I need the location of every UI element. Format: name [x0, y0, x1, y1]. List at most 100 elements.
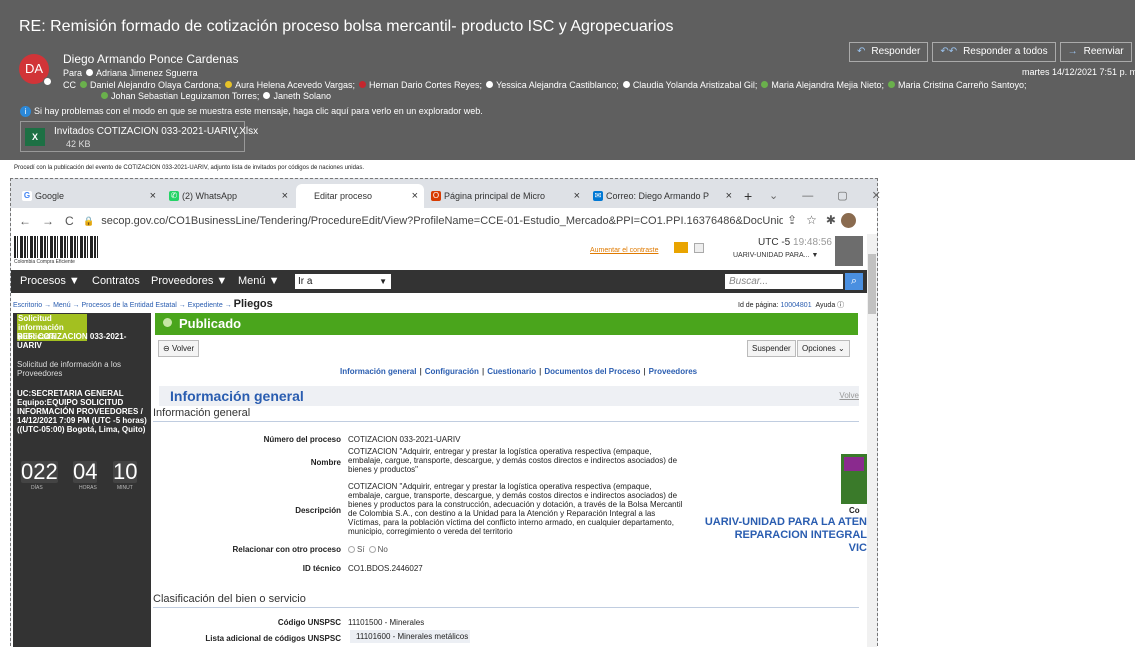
- descripcion-label: Descripción: [295, 506, 341, 515]
- tab-office[interactable]: O Página principal de Micro ×: [426, 184, 586, 208]
- help-icon[interactable]: ⓘ: [837, 302, 844, 309]
- contrast-link[interactable]: Aumentar el contraste: [590, 247, 658, 254]
- countdown-timer: 022 04 10 DÍAS HORAS MINUT: [17, 461, 149, 493]
- share-icon[interactable]: ⇪: [787, 213, 806, 227]
- forward-button[interactable]: → Reenviar: [1059, 42, 1132, 62]
- back-icon[interactable]: ←: [19, 214, 42, 228]
- forward-icon[interactable]: →: [42, 214, 65, 228]
- link-informacion-general[interactable]: Información general: [340, 367, 416, 376]
- utc-clock: UTC -5 19:48:56: [758, 237, 832, 248]
- cc-line: CC Daniel Alejandro Olaya Cardona; Aura He…: [63, 80, 1027, 102]
- email-subject: RE: Remisión formado de cotización proce…: [19, 18, 674, 35]
- unspsc-extra-value: 11101600 - Minerales metálicos: [350, 630, 470, 643]
- options-button[interactable]: Opciones ⌄: [797, 340, 850, 357]
- cc-recipient[interactable]: Yessica Alejandra Castiblanco;: [496, 80, 619, 90]
- close-tab-icon[interactable]: ×: [574, 184, 580, 208]
- cc-recipient[interactable]: Maria Alejandra Mejia Nieto;: [771, 80, 884, 90]
- email-body-text: Procedí con la publicación del evento de…: [14, 165, 364, 171]
- search-input[interactable]: Buscar...: [725, 274, 843, 289]
- presence-dot-icon: [43, 77, 52, 86]
- chevron-down-icon[interactable]: ⌄: [232, 130, 240, 141]
- breadcrumb-menu[interactable]: Menú: [53, 302, 71, 309]
- mail-actions: ↶ Responder ↶↶ Responder a todos → Reenviar…: [849, 42, 1135, 62]
- messages-icon[interactable]: [694, 243, 704, 253]
- countdown-minutes-label: MINUT: [117, 485, 133, 491]
- menu-procesos[interactable]: Procesos ▼: [20, 275, 80, 287]
- lock-icon[interactable]: 🔒: [83, 212, 94, 230]
- back-button[interactable]: ⊖ Volver: [158, 340, 200, 357]
- entity-name: UARIV-UNIDAD PARA LA ATEN REPARACION INT…: [704, 516, 867, 554]
- tab-whatsapp[interactable]: ✆ (2) WhatsApp ×: [164, 184, 294, 208]
- close-tab-icon[interactable]: ×: [412, 184, 418, 208]
- link-cuestionario[interactable]: Cuestionario: [487, 367, 536, 376]
- radio-si[interactable]: [348, 546, 355, 553]
- info-bar[interactable]: i Si hay problemas con el modo en que se …: [20, 106, 483, 117]
- reply-all-button[interactable]: ↶↶ Responder a todos: [932, 42, 1056, 62]
- menu-contratos[interactable]: Contratos: [92, 275, 140, 287]
- colombia-compra-logo[interactable]: [14, 236, 100, 258]
- cc-recipient[interactable]: Johan Sebastian Leguizamon Torres;: [111, 91, 259, 101]
- entity-logo: [841, 454, 867, 504]
- help-link[interactable]: Ayuda: [815, 302, 835, 309]
- reload-icon[interactable]: C: [65, 214, 85, 228]
- nav-icons: ←→C: [19, 214, 85, 228]
- cc-recipient[interactable]: Aura Helena Acevedo Vargas;: [235, 80, 355, 90]
- relacion-options: Sí No: [344, 545, 464, 554]
- presence-dot-icon: [86, 69, 94, 76]
- link-configuracion[interactable]: Configuración: [425, 367, 479, 376]
- close-tab-icon[interactable]: ×: [726, 184, 732, 208]
- id-tecnico-label: ID técnico: [302, 564, 341, 573]
- new-tab-button[interactable]: +: [744, 188, 752, 204]
- relacion-label: Relacionar con otro proceso: [232, 545, 341, 554]
- reply-button[interactable]: ↶ Responder: [849, 42, 929, 62]
- suspend-button[interactable]: Suspender: [747, 340, 796, 357]
- breadcrumb-escritorio[interactable]: Escritorio: [13, 302, 42, 309]
- user-photo[interactable]: [835, 236, 863, 266]
- page-scrollbar[interactable]: [867, 234, 877, 647]
- sender-name[interactable]: Diego Armando Ponce Cardenas: [63, 52, 238, 66]
- cc-recipient[interactable]: Claudia Yolanda Aristizabal Gil;: [633, 80, 758, 90]
- url-field[interactable]: 🔒 secop.gov.co/CO1BusinessLine/Tendering/…: [83, 212, 783, 230]
- id-tecnico-value: CO1.BDOS.2446027: [348, 564, 423, 573]
- countdown-hours: 04: [73, 459, 98, 484]
- radio-no[interactable]: [368, 546, 376, 553]
- countdown-minutes: 10: [113, 459, 138, 484]
- link-proveedores[interactable]: Proveedores: [649, 367, 697, 376]
- info-message: Si hay problemas con el modo en que se m…: [34, 106, 483, 116]
- caret-down-icon: ▼: [811, 252, 819, 259]
- to-recipient[interactable]: Adriana Jimenez Sguerra: [96, 68, 198, 78]
- tab-google[interactable]: G Google ×: [17, 184, 162, 208]
- scroll-thumb[interactable]: [868, 254, 876, 314]
- entity-logo-text: Co: [849, 506, 860, 515]
- breadcrumb-expediente[interactable]: Expediente: [188, 302, 223, 309]
- breadcrumb-procesos[interactable]: Procesos de la Entidad Estatal: [81, 302, 176, 309]
- toolbar-icons: ⇪☆✱: [787, 213, 845, 227]
- link-documentos[interactable]: Documentos del Proceso: [544, 367, 640, 376]
- chevron-down-icon: ⌄: [838, 344, 845, 353]
- cc-row: CC Daniel Alejandro Olaya Cardona; Aura He…: [63, 80, 1027, 91]
- section-back-link[interactable]: Volve: [839, 386, 859, 406]
- tab-outlook[interactable]: ✉ Correo: Diego Armando P ×: [588, 184, 738, 208]
- search-icon[interactable]: ⌕: [845, 273, 863, 290]
- secop-page: Colombia Compra Eficiente Aumentar el co…: [11, 234, 867, 647]
- entity-selector[interactable]: UARIV-UNIDAD PARA... ▼: [733, 252, 818, 259]
- cc-recipient[interactable]: Daniel Alejandro Olaya Cardona;: [90, 80, 221, 90]
- tab-editar-proceso[interactable]: Editar proceso ×: [296, 184, 424, 208]
- profile-avatar[interactable]: [841, 213, 856, 228]
- close-tab-icon[interactable]: ×: [282, 184, 288, 208]
- window-controls[interactable]: ⌄—▢✕: [769, 189, 905, 202]
- menu-proveedores[interactable]: Proveedores ▼: [151, 275, 227, 287]
- menu-menu[interactable]: Menú ▼: [238, 275, 279, 287]
- nombre-label: Nombre: [310, 458, 341, 467]
- excel-file-icon: X: [25, 128, 45, 146]
- star-icon[interactable]: ☆: [806, 213, 826, 227]
- close-tab-icon[interactable]: ×: [150, 184, 156, 208]
- notifications-icon[interactable]: [674, 242, 688, 253]
- cc-recipient[interactable]: Maria Cristina Carreño Santoyo;: [898, 80, 1027, 90]
- cc-recipient[interactable]: Hernan Dario Cortes Reyes;: [369, 80, 482, 90]
- cc-recipient[interactable]: Janeth Solano: [273, 91, 331, 101]
- process-type: Solicitud de información a los Proveedor…: [17, 360, 122, 378]
- google-icon: G: [22, 191, 32, 201]
- attachment[interactable]: X Invitados COTIZACION 033-2021-UARIV.Xl…: [20, 121, 258, 152]
- go-to-select[interactable]: Ir a ▼: [295, 274, 391, 289]
